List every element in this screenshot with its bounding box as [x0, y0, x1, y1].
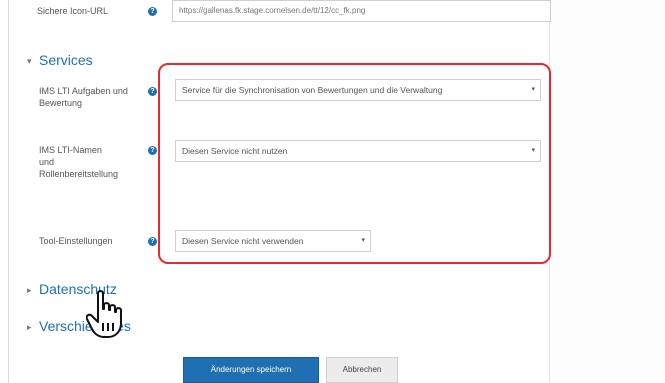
services-section-title[interactable]: Services	[39, 52, 93, 68]
help-icon[interactable]: ?	[148, 87, 157, 96]
ims-lti-nrps-label: IMS LTI-Namen und Rollenbereitstellung	[39, 145, 119, 179]
help-icon[interactable]: ?	[148, 7, 157, 16]
chevron-down-icon[interactable]: ▾	[27, 56, 32, 67]
icon-url-label: Sichere Icon-URL	[37, 6, 109, 16]
highlight-annotation	[158, 63, 551, 264]
help-icon[interactable]: ?	[148, 237, 157, 246]
chevron-right-icon[interactable]: ▸	[27, 285, 32, 296]
icon-url-value: https://gallenas.fk.stage.cornelsen.de/t…	[179, 6, 366, 15]
ims-lti-ags-label: IMS LTI Aufgaben und Bewertung	[39, 86, 128, 108]
help-icon[interactable]: ?	[148, 146, 157, 155]
cancel-button[interactable]: Abbrechen	[326, 357, 398, 383]
tool-settings-label: Tool-Einstellungen	[39, 236, 113, 246]
hand-cursor-icon	[86, 290, 122, 338]
page-margin	[549, 0, 665, 383]
save-button[interactable]: Änderungen speichern	[183, 357, 319, 383]
chevron-right-icon[interactable]: ▸	[27, 322, 32, 333]
icon-url-input[interactable]: https://gallenas.fk.stage.cornelsen.de/t…	[172, 0, 551, 22]
